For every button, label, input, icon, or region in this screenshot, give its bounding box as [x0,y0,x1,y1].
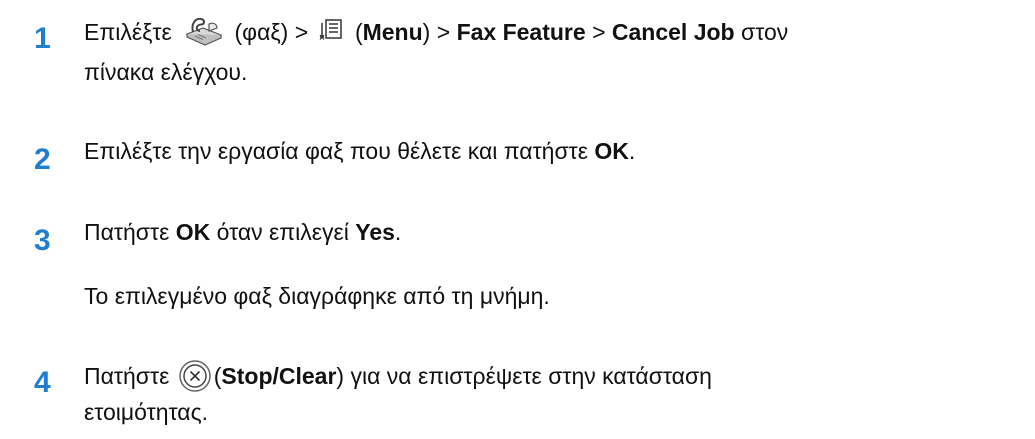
step-number: 1 [34,22,51,55]
stop-clear-icon [178,359,212,393]
stop-clear-label: Stop/Clear [221,363,337,389]
separator: > [436,19,451,45]
step-text: Επιλέξτε την εργασία φαξ που θέλετε και … [84,138,588,164]
step-text: Επιλέξτε [84,19,172,45]
ok-label: OK [594,138,629,164]
step-4-line-1: Πατήστε (Stop/Clear) για να επιστρέψετε … [84,358,1035,395]
fax-label: (φαξ) [234,19,289,45]
step-2-line-1: Επιλέξτε την εργασία φαξ που θέλετε και … [84,133,1035,169]
punctuation: . [394,219,402,245]
paren: ) [336,363,345,389]
step-1-line-2: πίνακα ελέγχου. [84,59,248,85]
step-text: Πατήστε [84,219,170,245]
step-text: για να επιστρέψετε στην κατάσταση [350,363,712,389]
punctuation: . [628,138,636,164]
step-text: Πατήστε [84,363,170,389]
step-number: 3 [34,224,51,257]
cancel-job-label: Cancel Job [611,19,735,45]
step-number: 2 [34,143,51,176]
step-text: όταν επιλεγεί [216,219,349,245]
step-3-line-1: Πατήστε OK όταν επιλεγεί Yes. [84,214,1035,250]
menu-icon [319,18,343,44]
ok-label: OK [175,219,211,245]
menu-label: Menu [362,19,423,45]
step-number: 4 [34,366,51,399]
yes-label: Yes [355,219,395,245]
paren: ( [354,19,363,45]
separator: > [592,19,606,45]
step-text: στον [741,19,789,45]
fax-feature-label: Fax Feature [456,19,586,45]
step-1-line-1: Επιλέξτε (φαξ) > (Menu) > Fax Feature > … [84,14,1035,50]
fax-icon [181,16,225,46]
paren: ) [422,19,431,45]
step-4-line-2: ετοιμότητας. [84,399,209,425]
step-3-note: Το επιλεγμένο φαξ διαγράφηκε από τη μνήμ… [84,283,550,309]
separator: > [294,19,309,45]
